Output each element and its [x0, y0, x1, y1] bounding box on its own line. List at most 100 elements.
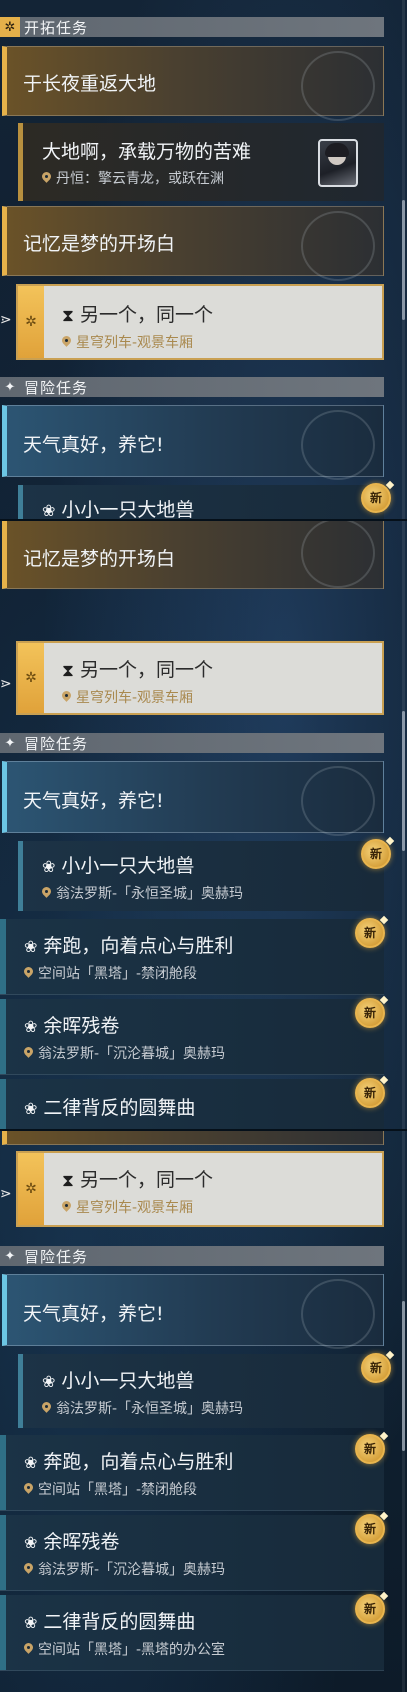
active-stripe: ✲: [18, 643, 44, 713]
quest-title: 另一个，同一个: [79, 1169, 213, 1191]
paw-icon: ❀: [24, 1099, 38, 1118]
active-stripe: ✲: [18, 286, 44, 358]
quest-location: 翁法罗斯-「永恒圣城」奥赫玛: [56, 886, 244, 902]
quest-title-row: ❀ 二律背反的圆舞曲: [24, 1093, 195, 1120]
quest-location-row: 翁法罗斯-「沉沦暮城」奥赫玛: [24, 1559, 225, 1579]
quest-location-row: 翁法罗斯-「永恒圣城」奥赫玛: [42, 1398, 243, 1418]
avatar: [318, 139, 358, 187]
new-badge-icon: 新: [361, 1353, 391, 1383]
quest-title-row: ❀ 余晖残卷: [24, 1011, 119, 1038]
quest-title-row: ⧗ 另一个，同一个: [62, 655, 213, 682]
quest-item[interactable]: ❀ 小小一只大地兽 翁法罗斯-「永恒圣城」奥赫玛: [18, 841, 384, 911]
quest-title: 另一个，同一个: [79, 659, 213, 681]
trailblaze-diamond-icon: ✲: [25, 670, 37, 686]
pointer-arrow-icon: ⋗: [0, 312, 12, 328]
quest-item[interactable]: ❀小小一只大地兽 翁法罗斯-「永恒圣城」奥赫玛: [18, 485, 384, 520]
quest-chapter[interactable]: 天气真好，养它!: [2, 1274, 384, 1349]
quest-title: 另一个，同一个: [79, 304, 213, 326]
map-pin-icon: [42, 887, 51, 899]
quest-chapter[interactable]: 记忆是梦的开场白: [2, 206, 384, 281]
quest-location-row: 星穹列车-观景车厢: [62, 332, 193, 352]
map-pin-icon: [24, 1047, 33, 1059]
four-point-star-icon: ✦: [4, 735, 16, 751]
quest-item[interactable]: ❀ 余晖残卷 翁法罗斯-「沉沦暮城」奥赫玛: [0, 1515, 384, 1591]
chapter-emblem: [301, 521, 375, 588]
paw-icon: ❀: [24, 1533, 38, 1552]
quest-item-bar: [0, 1435, 6, 1510]
quest-location-row: 翁法罗斯-「沉沦暮城」奥赫玛: [24, 1043, 225, 1063]
new-badge-icon: 新: [355, 998, 385, 1028]
quest-chapter[interactable]: 天气真好，养它!: [2, 761, 384, 836]
quest-title: 奔跑，向着点心与胜利: [43, 1451, 234, 1473]
quest-item[interactable]: ❀ 奔跑，向着点心与胜利 空间站「黑塔」-禁闭舱段: [0, 1435, 384, 1511]
scrollbar-thumb[interactable]: [402, 1301, 405, 1451]
scrollbar-thumb[interactable]: [402, 711, 405, 851]
quest-title: 小小一只大地兽: [61, 855, 195, 877]
section-header-adventure[interactable]: ✦ 冒险任务: [0, 377, 384, 397]
chapter-emblem: [301, 1279, 375, 1349]
quest-title: 小小一只大地兽: [61, 1370, 195, 1392]
pointer-arrow-icon: ⋗: [0, 676, 12, 692]
new-badge-icon: 新: [355, 1594, 385, 1624]
section-header-adventure[interactable]: ✦ 冒险任务: [0, 1246, 384, 1266]
paw-icon: ❀: [42, 501, 56, 520]
quest-location-row: 丹恒：擎云青龙，或跃在渊: [42, 168, 224, 188]
quest-title-row: ❀ 奔跑，向着点心与胜利: [24, 931, 233, 958]
active-stripe: ✲: [18, 1153, 44, 1225]
chapter-emblem: [301, 51, 375, 121]
quest-item-active[interactable]: ✲ ⧗ 另一个，同一个 星穹列车-观景车厢: [16, 1151, 384, 1227]
trailblaze-diamond-icon: ✲: [0, 17, 20, 37]
map-pin-icon: [24, 1563, 33, 1575]
quest-title-row: ❀ 余晖残卷: [24, 1527, 119, 1554]
chapter-title: 天气真好，养它!: [23, 790, 164, 812]
paw-icon: ❀: [42, 857, 56, 876]
quest-title: 大地啊，承载万物的苦难: [42, 141, 252, 163]
quest-item[interactable]: ❀ 二律背反的圆舞曲: [0, 1079, 384, 1129]
quest-location-row: 星穹列车-观景车厢: [62, 687, 193, 707]
quest-item[interactable]: ❀ 奔跑，向着点心与胜利 空间站「黑塔」-禁闭舱段: [0, 919, 384, 995]
trailblaze-diamond-icon: ✲: [25, 314, 37, 330]
quest-item-bar: [0, 1595, 6, 1670]
new-badge-icon: 新: [355, 1514, 385, 1544]
quest-location: 翁法罗斯-「永恒圣城」奥赫玛: [56, 1401, 244, 1417]
quest-chapter[interactable]: 天气真好，养它!: [2, 405, 384, 480]
paw-icon: ❀: [24, 1017, 38, 1036]
scrollbar-thumb[interactable]: [402, 200, 405, 320]
quest-chapter[interactable]: 于长夜重返大地: [2, 46, 384, 121]
quest-item-bar: [18, 1354, 23, 1428]
paw-icon: ❀: [24, 937, 38, 956]
quest-location: 空间站「黑塔」-禁闭舱段: [38, 1482, 198, 1498]
quest-title: 二律背反的圆舞曲: [43, 1611, 196, 1633]
four-point-star-icon: ✦: [4, 1248, 16, 1264]
quest-item-active[interactable]: ✲ ⧗ 另一个，同一个 星穹列车-观景车厢: [16, 284, 384, 360]
quest-item-active[interactable]: ✲ ⧗ 另一个，同一个 星穹列车-观景车厢: [16, 641, 384, 715]
quest-item[interactable]: ❀ 余晖残卷 翁法罗斯-「沉沦暮城」奥赫玛: [0, 999, 384, 1075]
quest-item[interactable]: ❀小小一只大地兽 翁法罗斯-「永恒圣城」奥赫玛: [18, 1354, 384, 1428]
quest-location: 星穹列车-观景车厢: [76, 1200, 194, 1216]
quest-item[interactable]: 大地啊，承载万物的苦难 丹恒：擎云青龙，或跃在渊: [18, 123, 384, 201]
chapter-title: 天气真好，养它!: [23, 1303, 164, 1325]
quest-item-bar: [18, 841, 23, 911]
quest-location: 翁法罗斯-「沉沦暮城」奥赫玛: [38, 1562, 226, 1578]
quest-item-bar: [0, 999, 6, 1074]
map-pin-icon: [62, 691, 71, 703]
quest-title-row: ❀ 奔跑，向着点心与胜利: [24, 1447, 233, 1474]
hourglass-icon: ⧗: [62, 661, 74, 681]
map-pin-icon: [42, 1402, 51, 1414]
quest-item-bar: [0, 919, 6, 994]
screen-segment-1: ✲ 开拓任务 于长夜重返大地 大地啊，承载万物的苦难 丹恒：擎云青龙，或跃在渊 …: [0, 0, 407, 520]
section-label: 冒险任务: [24, 378, 89, 397]
screen-segment-3: ⋗ ✲ ⧗ 另一个，同一个 星穹列车-观景车厢 ✦ 冒险任务 天气真好，养它! ❀…: [0, 1131, 407, 1692]
quest-title: 奔跑，向着点心与胜利: [43, 935, 234, 957]
map-pin-icon: [62, 336, 71, 348]
section-header-trailblaze[interactable]: ✲ 开拓任务: [0, 17, 384, 37]
trailblaze-diamond-icon: ✲: [25, 1181, 37, 1197]
section-label: 冒险任务: [24, 1247, 89, 1266]
quest-chapter[interactable]: [2, 1131, 384, 1145]
quest-location-row: 星穹列车-观景车厢: [62, 1197, 193, 1217]
chapter-title: 记忆是梦的开场白: [23, 233, 176, 255]
quest-item[interactable]: ❀ 二律背反的圆舞曲 空间站「黑塔」-黑塔的办公室: [0, 1595, 384, 1671]
quest-chapter[interactable]: 记忆是梦的开场白: [2, 521, 384, 589]
section-header-adventure[interactable]: ✦ 冒险任务: [0, 733, 384, 753]
quest-location: 星穹列车-观景车厢: [76, 335, 194, 351]
